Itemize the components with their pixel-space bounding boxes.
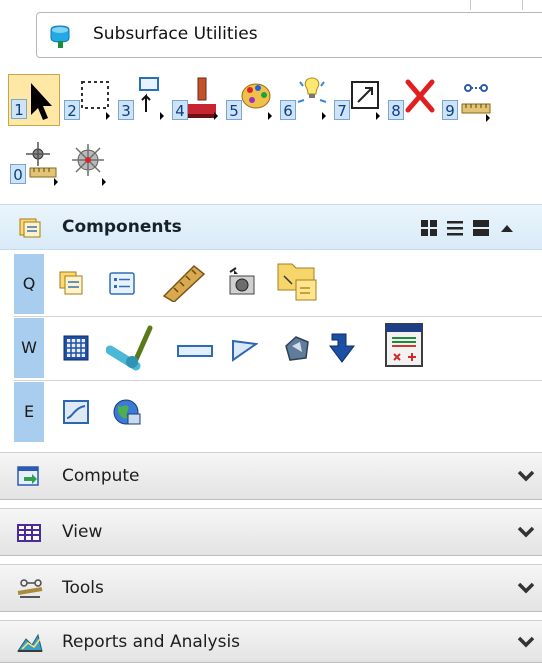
components-header[interactable]: Components xyxy=(0,204,542,250)
tool-number: 6 xyxy=(280,100,296,120)
section-label: Tools xyxy=(62,578,104,598)
section-compute[interactable]: Compute xyxy=(0,452,542,500)
chevron-down-icon[interactable] xyxy=(516,635,536,649)
profile-icon[interactable] xyxy=(62,398,92,428)
tool-number: 2 xyxy=(64,100,80,120)
tab-divider xyxy=(522,0,523,10)
row-key-q: Q xyxy=(14,254,44,314)
tool-number: 5 xyxy=(226,100,242,120)
gem-icon[interactable] xyxy=(282,334,312,364)
select-tool[interactable]: 1 xyxy=(8,74,60,126)
section-reports-and-analysis[interactable]: Reports and Analysis xyxy=(0,620,542,663)
conduit-icon[interactable] xyxy=(176,340,214,362)
grid-panel-icon[interactable] xyxy=(62,334,92,364)
list-view-icon[interactable] xyxy=(446,219,464,237)
section-gap xyxy=(0,612,542,620)
compute-icon xyxy=(17,466,39,486)
row-key-e: E xyxy=(14,382,44,442)
section-gap xyxy=(0,500,542,508)
flag-icon[interactable] xyxy=(230,336,258,364)
row-divider xyxy=(14,316,542,317)
section-gap xyxy=(0,556,542,564)
tool-number: 1 xyxy=(11,99,27,119)
row-key-w: W xyxy=(14,318,44,378)
ruler-icon[interactable] xyxy=(160,262,208,302)
components-label: Components xyxy=(62,217,182,237)
element-info-tool[interactable]: 3 xyxy=(116,74,168,126)
chevron-down-icon[interactable] xyxy=(516,581,536,595)
components-panel: Q W E xyxy=(0,252,542,444)
scale-tool[interactable]: 7 xyxy=(332,74,384,126)
folder-icon[interactable] xyxy=(274,258,322,304)
components-icon xyxy=(19,218,41,238)
tab-divider xyxy=(470,0,471,10)
window-title: Subsurface Utilities xyxy=(93,24,258,44)
section-label: View xyxy=(62,522,103,542)
section-label: Compute xyxy=(62,466,140,486)
calculator-icon[interactable] xyxy=(384,322,426,370)
measure-point-tool[interactable]: 0 xyxy=(8,138,60,190)
app-tab[interactable]: Subsurface Utilities xyxy=(36,12,542,58)
tool-number: 3 xyxy=(118,100,134,120)
tool-number: 0 xyxy=(10,164,26,184)
large-view-icon[interactable] xyxy=(472,219,490,237)
window-header: Subsurface Utilities xyxy=(0,0,542,66)
target-crosshair-icon xyxy=(72,144,106,186)
tools-icon xyxy=(17,579,43,598)
section-tools[interactable]: Tools xyxy=(0,564,542,612)
paint-tool[interactable]: 4 xyxy=(170,74,222,126)
section-view[interactable]: View xyxy=(0,508,542,556)
download-arrow-icon[interactable] xyxy=(328,330,360,366)
measure-distance-tool[interactable]: 9 xyxy=(440,74,492,126)
grid-view-icon[interactable] xyxy=(420,219,438,237)
tool-number: 9 xyxy=(442,100,458,120)
tool-number: 4 xyxy=(172,100,188,120)
table-icon xyxy=(17,524,41,542)
delete-tool[interactable]: 8 xyxy=(386,74,438,126)
camera-icon[interactable] xyxy=(226,266,260,300)
pipe-node-icon[interactable] xyxy=(106,318,158,376)
toolbar: 1 2 3 4 5 6 7 8 9 0 xyxy=(0,66,542,200)
subsurface-utilities-icon xyxy=(50,25,70,48)
collapse-up-icon[interactable] xyxy=(498,219,516,237)
section-label: Reports and Analysis xyxy=(62,632,241,652)
properties-list-icon[interactable] xyxy=(108,270,136,298)
chevron-down-icon[interactable] xyxy=(516,525,536,539)
chevron-down-icon[interactable] xyxy=(516,469,536,483)
tool-number: 7 xyxy=(334,100,350,120)
palette-tool[interactable]: 5 xyxy=(224,74,276,126)
tool-number: 8 xyxy=(388,100,404,120)
snap-tool[interactable] xyxy=(62,138,114,190)
globe-icon[interactable] xyxy=(112,396,144,428)
reports-icon xyxy=(17,633,43,652)
components-icon[interactable] xyxy=(58,270,86,298)
highlight-tool[interactable]: 6 xyxy=(278,74,330,126)
row-divider xyxy=(14,380,542,381)
fence-tool[interactable]: 2 xyxy=(62,74,114,126)
section-gap xyxy=(0,444,542,452)
